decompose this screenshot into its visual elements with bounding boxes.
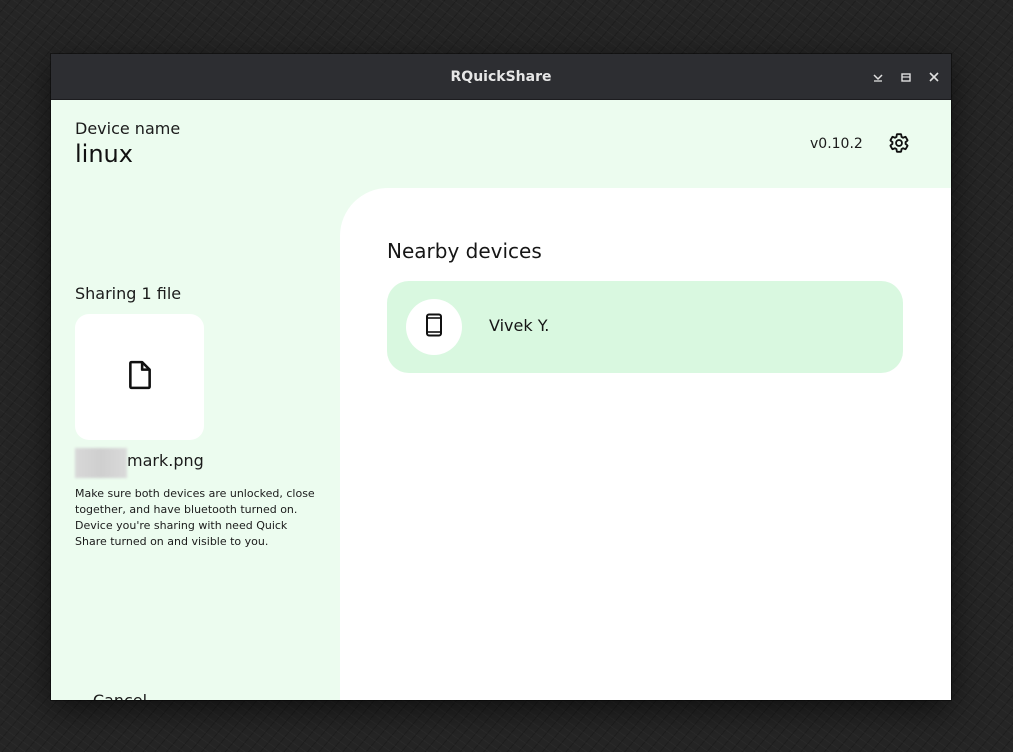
nearby-devices-panel: Nearby devices Vivek Y. (340, 188, 951, 700)
gear-icon (888, 132, 910, 158)
device-name-label: Device name (75, 119, 181, 138)
file-name-text: mark.png (127, 451, 204, 470)
window-title: RQuickShare (450, 69, 552, 85)
version-label: v0.10.2 (810, 136, 863, 152)
redacted-filename-part (75, 448, 127, 478)
maximize-button[interactable] (896, 67, 916, 87)
file-preview (75, 314, 204, 440)
minimize-button[interactable] (868, 67, 888, 87)
nearby-devices-heading: Nearby devices (387, 239, 542, 263)
settings-button[interactable] (885, 131, 913, 159)
device-list-item[interactable]: Vivek Y. (387, 281, 903, 373)
close-button[interactable] (924, 67, 944, 87)
app-content: Device name linux v0.10.2 Sharing 1 file… (51, 100, 951, 700)
device-avatar (406, 299, 462, 355)
close-icon (928, 71, 940, 83)
file-icon (127, 360, 153, 394)
device-name: Vivek Y. (489, 316, 550, 335)
sharing-hint: Make sure both devices are unlocked, clo… (75, 487, 315, 548)
maximize-icon (900, 71, 912, 83)
cancel-button[interactable]: Cancel (75, 682, 165, 701)
sharing-count-label: Sharing 1 file (75, 284, 182, 303)
device-name-value: linux (75, 140, 133, 168)
smartphone-icon (425, 313, 443, 341)
title-bar[interactable]: RQuickShare (51, 54, 951, 100)
minimize-icon (872, 71, 884, 83)
app-window: RQuickShare Device name linux v0.10.2 Sh… (51, 54, 951, 700)
